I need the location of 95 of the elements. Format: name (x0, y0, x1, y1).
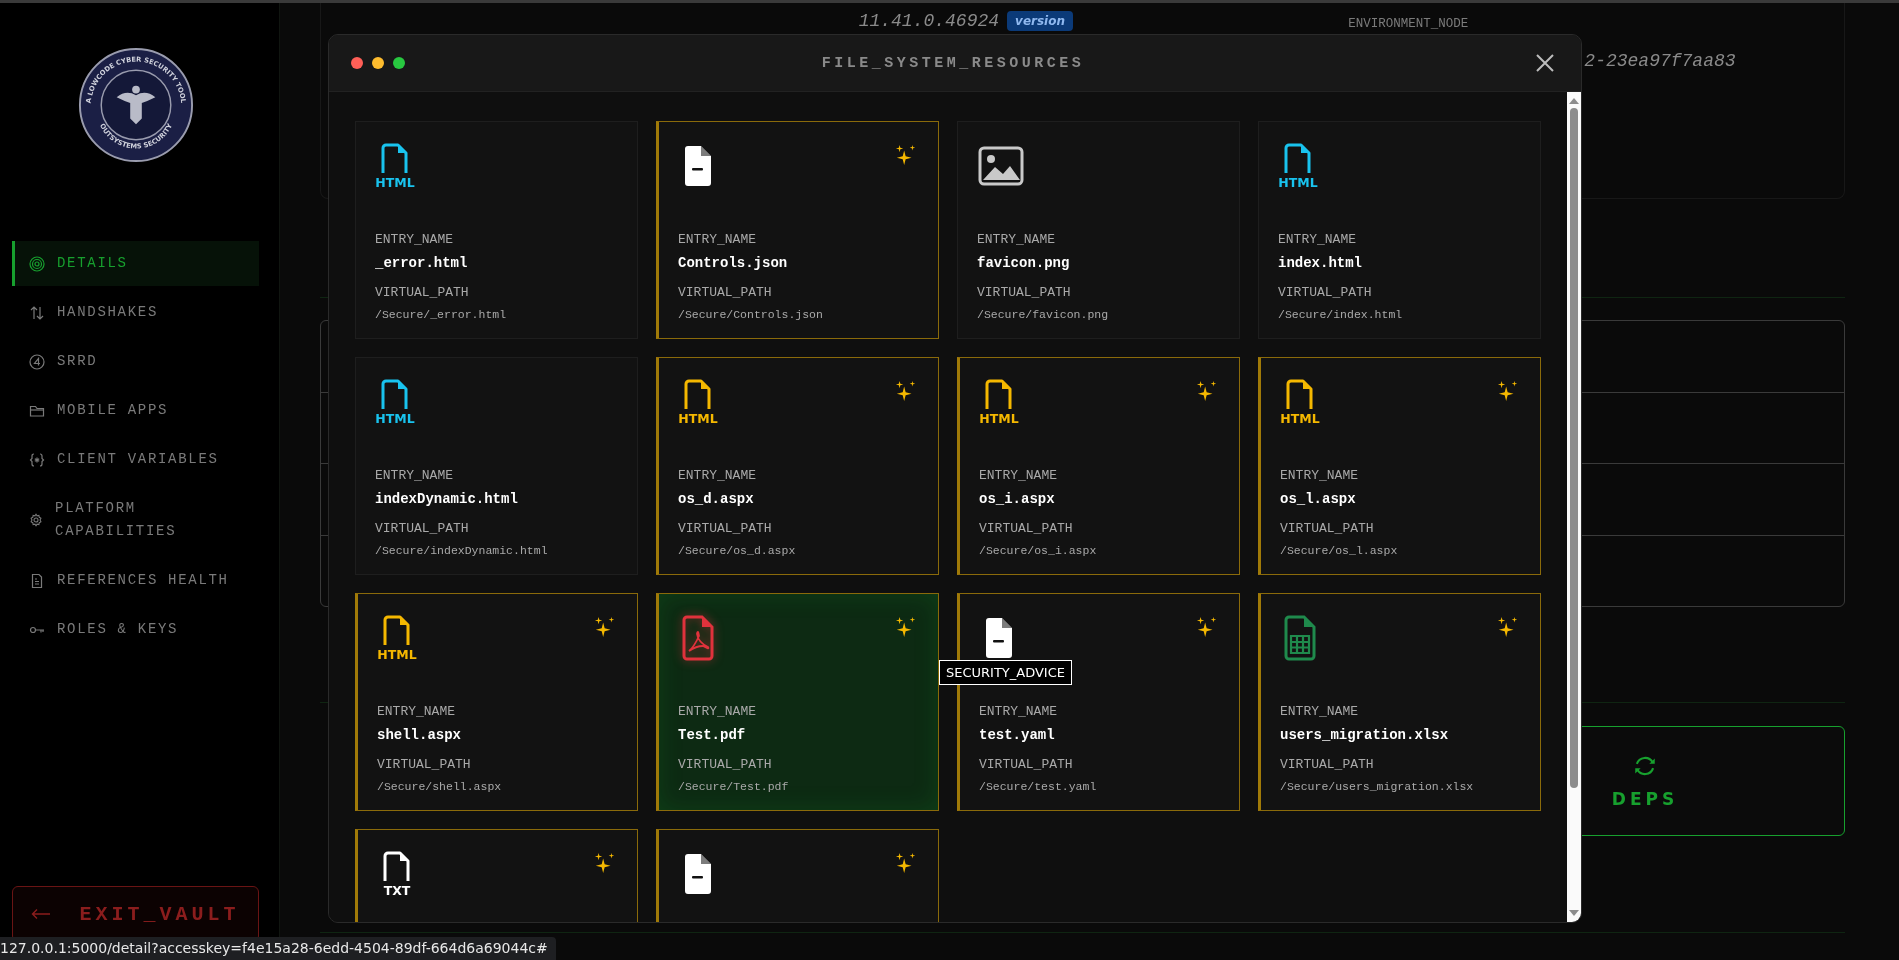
up-down-arrows-icon (29, 304, 45, 321)
entry-name-label: ENTRY_NAME (375, 232, 454, 247)
window-maximize-dot[interactable] (393, 57, 405, 69)
window-minimize-dot[interactable] (372, 57, 384, 69)
file-card[interactable]: ENTRY_NAME Test.pdf VIRTUAL_PATH /Secure/Test.pdf (656, 593, 939, 811)
left-arrow-icon (31, 908, 52, 920)
entry-name-label: ENTRY_NAME (375, 468, 454, 483)
braces-icon (29, 451, 45, 468)
file-path: /Secure/Controls.json (678, 308, 824, 321)
file-card[interactable]: ENTRY_NAME Controls.json VIRTUAL_PATH /Secure/Controls.json (656, 121, 939, 339)
virtual-path-label: VIRTUAL_PATH (977, 285, 1072, 300)
file-path: /Secure/os_d.aspx (678, 544, 797, 557)
file-name: _error.html (375, 255, 469, 271)
file-path: /Secure/os_i.aspx (979, 544, 1098, 557)
file-card[interactable]: TXT (355, 829, 638, 922)
sidebar-nav-item[interactable]: MOBILE APPS (12, 388, 259, 433)
environment-id: 2-23ea97f7aa83 (1584, 51, 1737, 71)
sparkle-icon (895, 616, 917, 638)
virtual-path-label: VIRTUAL_PATH (1280, 757, 1375, 772)
entry-name-label: ENTRY_NAME (678, 232, 757, 247)
file-card[interactable]: HTML ENTRY_NAME shell.aspx VIRTUAL_PATH /Secure/shell.aspx (355, 593, 638, 811)
document-icon (29, 572, 45, 589)
sparkle-icon (1196, 616, 1218, 638)
scrollbar[interactable] (1567, 92, 1581, 922)
file-card[interactable]: HTML ENTRY_NAME os_i.aspx VIRTUAL_PATH /Secure/os_i.aspx (957, 357, 1240, 575)
sparkle-icon (895, 144, 917, 166)
virtual-path-label: VIRTUAL_PATH (1278, 285, 1373, 300)
entry-name-label: ENTRY_NAME (678, 704, 757, 719)
file-name: Controls.json (678, 255, 789, 271)
version-badge: version (1007, 11, 1073, 31)
virtual-path-label: VIRTUAL_PATH (979, 521, 1074, 536)
file-path: /Secure/indexDynamic.html (375, 544, 549, 557)
file-card[interactable]: HTML ENTRY_NAME index.html VIRTUAL_PATH /Secure/index.html (1258, 121, 1541, 339)
sidebar-nav-item[interactable]: CLIENT VARIABLES (12, 437, 259, 482)
link-url-tooltip: 127.0.0.1:5000/detail?accesskey=f4e15a28-6edd-4504-89df-664d6a69044c# (0, 937, 556, 960)
file-card[interactable]: ENTRY_NAME favicon.png VIRTUAL_PATH /Secure/favicon.png (957, 121, 1240, 339)
entry-name-label: ENTRY_NAME (678, 468, 757, 483)
entry-name-label: ENTRY_NAME (977, 232, 1056, 247)
virtual-path-label: VIRTUAL_PATH (678, 757, 773, 772)
sparkle-icon (895, 852, 917, 874)
file-path: /Secure/os_l.aspx (1280, 544, 1399, 557)
virtual-path-label: VIRTUAL_PATH (678, 521, 773, 536)
gear-icon (29, 512, 44, 528)
sparkle-icon (895, 380, 917, 402)
sidebar-nav-item[interactable]: PLATFORM CAPABILITIES (12, 486, 259, 554)
sparkle-icon (594, 852, 616, 874)
dialog-title: FILE_SYSTEM_RESOURCES (820, 54, 1086, 72)
environment-label: ENVIRONMENT_NODE (1348, 17, 1470, 31)
file-card[interactable]: HTML ENTRY_NAME _error.html VIRTUAL_PATH /Secure/_error.html (355, 121, 638, 339)
virtual-path-label: VIRTUAL_PATH (678, 285, 773, 300)
tooltip: SECURITY_ADVICE (939, 660, 1072, 685)
entry-name-label: ENTRY_NAME (979, 704, 1058, 719)
window-close-dot[interactable] (351, 57, 363, 69)
file-path: /Secure/_error.html (375, 308, 508, 321)
file-name: os_l.aspx (1280, 491, 1357, 507)
entry-name-label: ENTRY_NAME (1280, 468, 1359, 483)
virtual-path-label: VIRTUAL_PATH (377, 757, 472, 772)
sidebar-nav-item[interactable]: HANDSHAKES (12, 290, 259, 335)
file-name: indexDynamic.html (375, 491, 519, 507)
file-name: Test.pdf (678, 727, 747, 743)
entry-name-label: ENTRY_NAME (979, 468, 1058, 483)
file-name: index.html (1278, 255, 1363, 271)
virtual-path-label: VIRTUAL_PATH (375, 521, 470, 536)
sparkle-icon (1196, 380, 1218, 402)
entry-name-label: ENTRY_NAME (377, 704, 456, 719)
file-name: test.yaml (979, 727, 1056, 743)
file-name: os_i.aspx (979, 491, 1056, 507)
virtual-path-label: VIRTUAL_PATH (1280, 521, 1375, 536)
sparkle-icon (1497, 380, 1519, 402)
file-name: shell.aspx (377, 727, 462, 743)
sparkle-icon (594, 616, 616, 638)
sidebar-nav-item[interactable]: SRRD (12, 339, 259, 384)
file-card[interactable]: HTML ENTRY_NAME os_d.aspx VIRTUAL_PATH /Secure/os_d.aspx (656, 357, 939, 575)
file-card[interactable]: HTML ENTRY_NAME os_l.aspx VIRTUAL_PATH /Secure/os_l.aspx (1258, 357, 1541, 575)
file-path: /Secure/shell.aspx (377, 780, 503, 793)
target-icon (29, 255, 45, 272)
file-path: /Secure/index.html (1278, 308, 1404, 321)
file-path: /Secure/favicon.png (977, 308, 1110, 321)
numbered-circle-icon (29, 353, 45, 370)
file-card[interactable]: ENTRY_NAME users_migration.xlsx VIRTUAL_PATH /Secure/users_migration.xlsx (1258, 593, 1541, 811)
virtual-path-label: VIRTUAL_PATH (375, 285, 470, 300)
entry-name-label: ENTRY_NAME (1280, 704, 1359, 719)
sidebar-nav-item[interactable]: REFERENCES HEALTH (12, 558, 259, 603)
version-number: 11.41.0.46924 (858, 11, 1000, 31)
file-name: os_d.aspx (678, 491, 755, 507)
file-card[interactable]: HTML ENTRY_NAME indexDynamic.html VIRTUAL_PATH /Secure/indexDynamic.html (355, 357, 638, 575)
file-name: favicon.png (977, 255, 1071, 271)
file-path: /Secure/Test.pdf (678, 780, 790, 793)
close-icon[interactable] (1535, 53, 1555, 73)
sidebar-nav-item[interactable]: ROLES & KEYS (12, 607, 259, 652)
entry-name-label: ENTRY_NAME (1278, 232, 1357, 247)
sparkle-icon (1497, 616, 1519, 638)
file-path: /Secure/test.yaml (979, 780, 1098, 793)
virtual-path-label: VIRTUAL_PATH (979, 757, 1074, 772)
sidebar-nav-item[interactable]: DETAILS (12, 241, 259, 286)
